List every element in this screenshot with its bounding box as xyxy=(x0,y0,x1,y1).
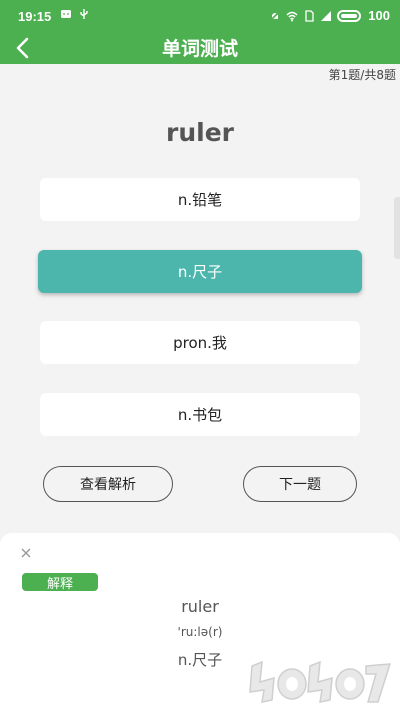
battery-icon xyxy=(337,9,362,22)
option-button-selected[interactable]: n.尺子 xyxy=(38,250,362,293)
close-icon[interactable] xyxy=(18,545,34,561)
view-analysis-button[interactable]: 查看解析 xyxy=(43,466,173,502)
explanation-phonetic: 'ru:lə(r) xyxy=(177,625,223,639)
page-title: 单词测试 xyxy=(161,38,238,60)
question-progress: 第1题/共8题 xyxy=(328,68,396,82)
battery-level: 100 xyxy=(368,8,390,23)
silent-icon xyxy=(269,9,281,22)
explanation-word: ruler xyxy=(181,597,219,616)
next-question-button[interactable]: 下一题 xyxy=(243,466,357,502)
status-bar: 19:15 100 xyxy=(0,0,400,32)
option-button[interactable]: n.铅笔 xyxy=(40,178,360,221)
app-bar: 单词测试 xyxy=(0,32,400,64)
scroll-handle[interactable] xyxy=(394,197,400,259)
message-icon xyxy=(61,10,71,18)
usb-icon xyxy=(80,9,88,19)
watermark-logo xyxy=(249,660,392,703)
wifi-icon xyxy=(286,11,298,21)
status-time: 19:15 xyxy=(18,9,52,24)
option-button[interactable]: pron.我 xyxy=(40,321,360,364)
explanation-tag: 解释 xyxy=(22,573,98,592)
option-button[interactable]: n.书包 xyxy=(40,393,360,436)
sim-icon xyxy=(305,9,314,22)
question-word: ruler xyxy=(166,118,234,147)
signal-icon xyxy=(321,10,332,21)
